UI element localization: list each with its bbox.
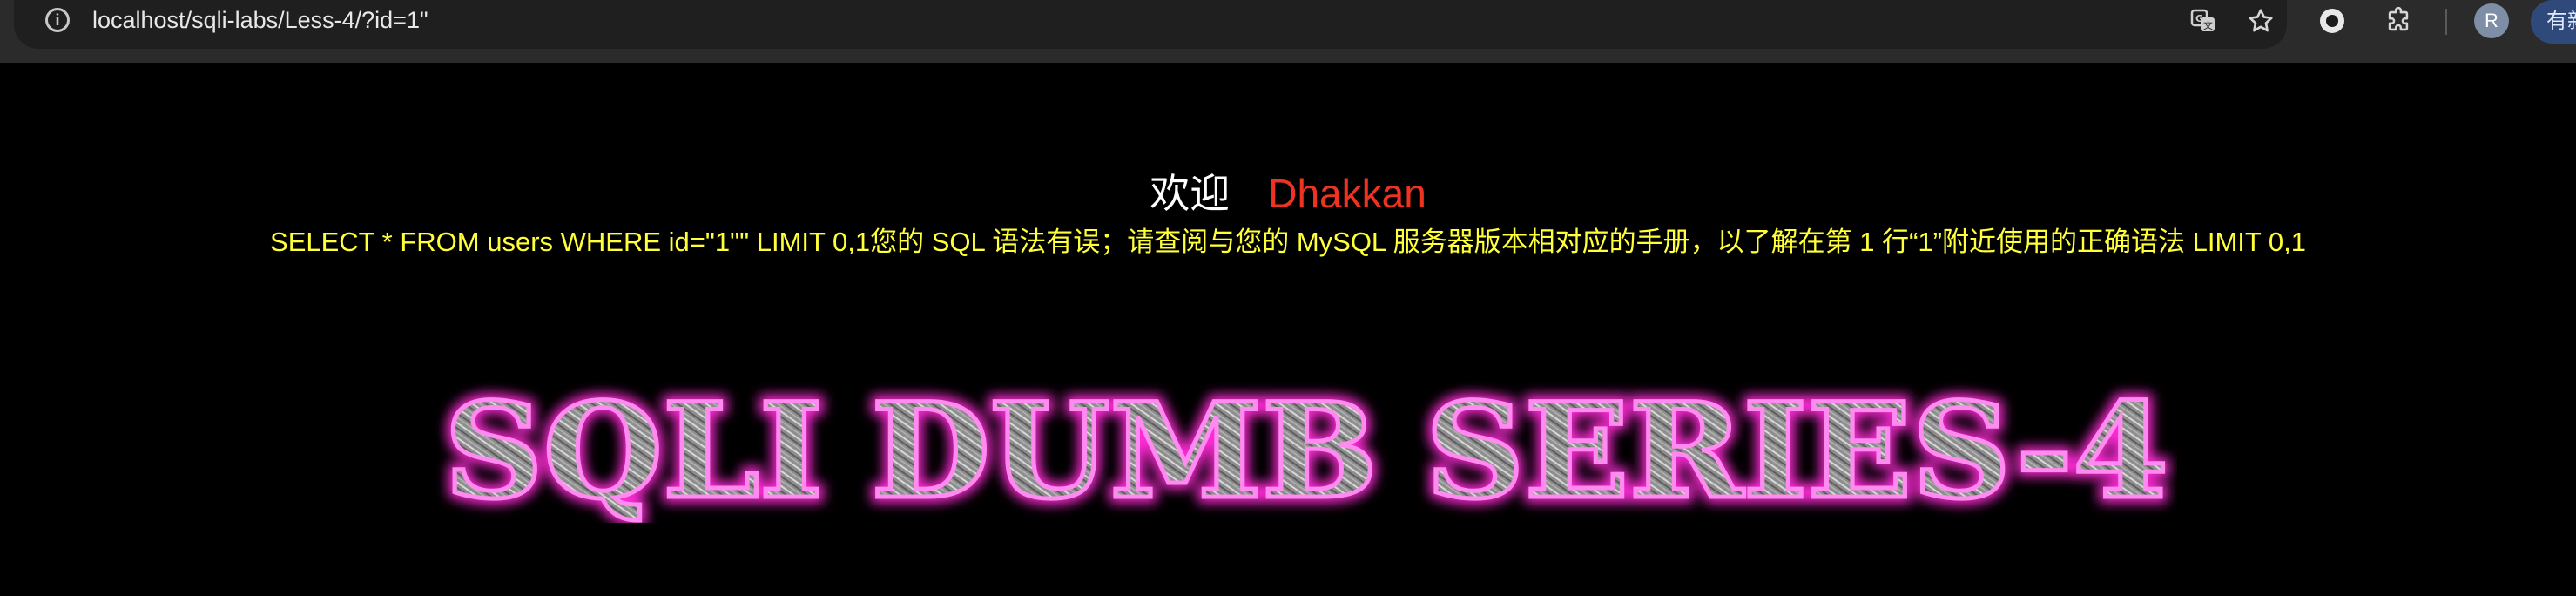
- extension-circle-icon[interactable]: [2316, 5, 2348, 37]
- puzzle-icon[interactable]: [2383, 5, 2414, 37]
- welcome-label: 欢迎: [1150, 171, 1231, 216]
- sql-error-message: SELECT * FROM users WHERE id="1"" LIMIT …: [270, 227, 2306, 257]
- url-text[interactable]: localhost/sqli-labs/Less-4/?id=1": [92, 4, 428, 36]
- info-icon[interactable]: i: [45, 8, 70, 32]
- banner-title: SQLI DUMB SERIES-4: [444, 375, 2168, 523]
- browser-toolbar: i localhost/sqli-labs/Less-4/?id=1" G 文 …: [0, 0, 2576, 63]
- welcome-line: 欢迎 Dhakkan: [0, 167, 2576, 220]
- address-bar[interactable]: i localhost/sqli-labs/Less-4/?id=1" G 文: [14, 0, 2287, 49]
- svg-text:文: 文: [2203, 19, 2213, 31]
- welcome-username: Dhakkan: [1268, 171, 1426, 216]
- update-button[interactable]: 有新: [2531, 0, 2576, 44]
- profile-avatar[interactable]: R: [2474, 3, 2509, 38]
- series-banner: SQLI DUMB SERIES-4 SQLI DUMB SERIES-4: [438, 375, 2175, 523]
- star-icon[interactable]: [2245, 5, 2276, 37]
- toolbar-divider: [2445, 9, 2447, 35]
- translate-icon[interactable]: G 文: [2188, 5, 2219, 37]
